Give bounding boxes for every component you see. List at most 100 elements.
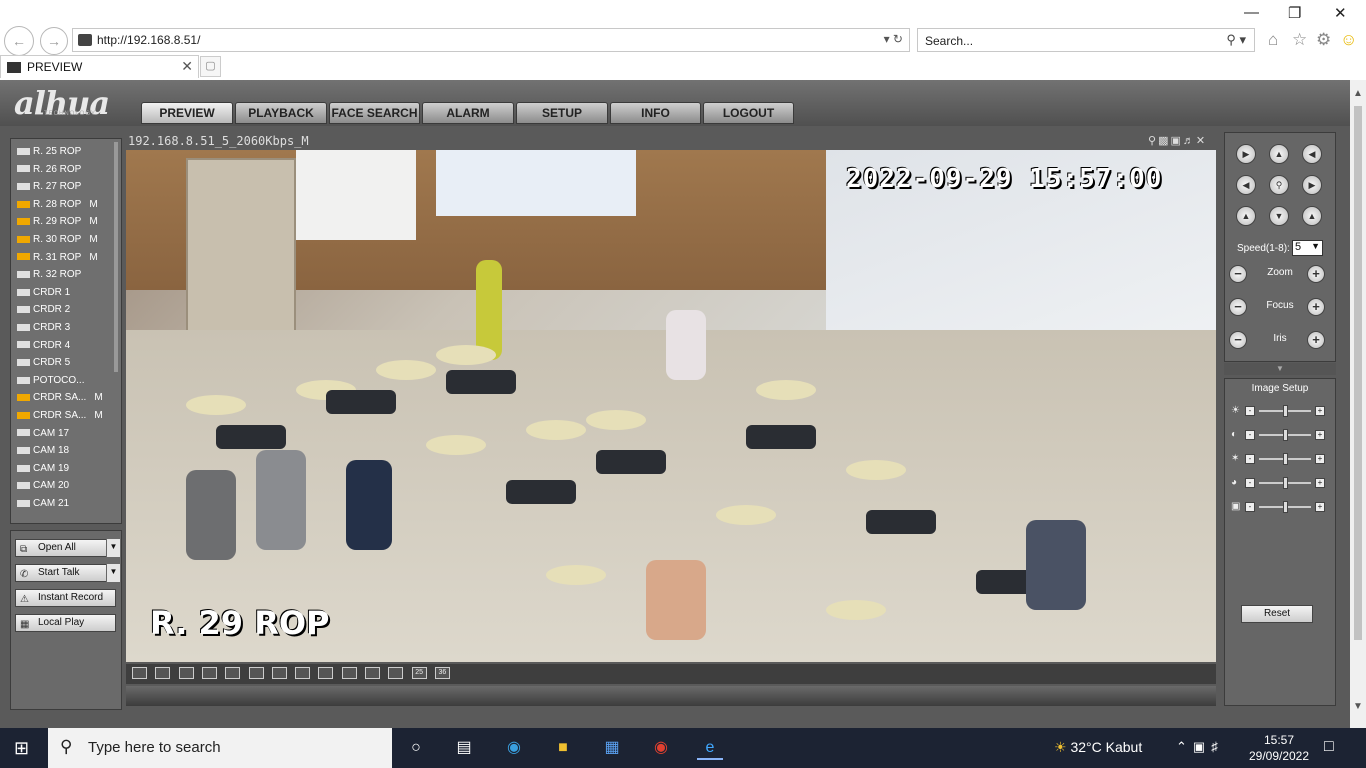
task-view-icon[interactable]: ▤: [451, 736, 477, 760]
slider-plus-button[interactable]: +: [1315, 406, 1325, 416]
internet-explorer-icon[interactable]: e: [697, 736, 723, 760]
start-talk-button[interactable]: ✆ Start Talk ▼: [15, 564, 120, 582]
page-scrollbar-thumb[interactable]: [1354, 106, 1362, 640]
channel-item[interactable]: CRDR 3: [17, 322, 70, 333]
image-slider[interactable]: ◐ - +: [1231, 429, 1331, 441]
slider-minus-button[interactable]: -: [1245, 502, 1255, 512]
local-play-button[interactable]: ▦ Local Play: [15, 614, 116, 632]
camera-icon[interactable]: ▣: [1170, 135, 1182, 147]
tab-alarm[interactable]: ALARM: [422, 102, 514, 124]
slider-plus-button[interactable]: +: [1315, 478, 1325, 488]
scroll-down-icon[interactable]: ▼: [1353, 701, 1363, 712]
address-bar[interactable]: http://192.168.8.51/ ▾ ↻: [72, 28, 910, 52]
scroll-up-icon[interactable]: ▲: [1353, 88, 1363, 99]
layout-button[interactable]: 25: [411, 667, 427, 679]
snapshot-icon[interactable]: ▩: [1158, 135, 1170, 147]
layout-button[interactable]: [318, 667, 334, 679]
windows-start-icon[interactable]: ⊞: [14, 738, 29, 759]
zoom-plus-button[interactable]: +: [1307, 265, 1325, 283]
channel-item[interactable]: CAM 21: [17, 498, 69, 509]
close-window-icon[interactable]: ✕: [1334, 4, 1347, 22]
chevron-up-icon[interactable]: ⌃: [1176, 739, 1193, 754]
tab-preview[interactable]: PREVIEW: [141, 102, 233, 124]
channel-item[interactable]: CAM 20: [17, 480, 69, 491]
slider-minus-button[interactable]: -: [1245, 478, 1255, 488]
ptz-up-button[interactable]: ▲: [1269, 144, 1289, 164]
channel-item[interactable]: CAM 17: [17, 428, 69, 439]
slider-minus-button[interactable]: -: [1245, 406, 1255, 416]
tab-logout[interactable]: LOGOUT: [703, 102, 794, 124]
layout-button[interactable]: 36: [434, 667, 450, 679]
ptz-up-right-button[interactable]: ◀: [1302, 144, 1322, 164]
ptz-collapse-icon[interactable]: ▼: [1224, 363, 1336, 375]
ptz-left-button[interactable]: ◀: [1236, 175, 1256, 195]
channel-item[interactable]: POTOCO...: [17, 375, 85, 386]
layout-button[interactable]: [225, 667, 241, 679]
smiley-feedback-icon[interactable]: ☺: [1340, 30, 1357, 50]
slider-thumb[interactable]: [1283, 453, 1288, 465]
refresh-icon[interactable]: ▾ ↻: [884, 32, 903, 46]
taskbar-clock[interactable]: 15:57 29/09/2022: [1246, 732, 1312, 764]
microsoft-store-icon[interactable]: ▦: [599, 736, 625, 760]
channel-item[interactable]: CRDR 4: [17, 340, 70, 351]
taskbar-search-input[interactable]: ⚲ Type here to search: [48, 728, 392, 768]
layout-button[interactable]: [155, 667, 171, 679]
slider-thumb[interactable]: [1283, 405, 1288, 417]
slider-thumb[interactable]: [1283, 501, 1288, 513]
channel-item[interactable]: CRDR SA... M: [17, 392, 103, 403]
channel-item[interactable]: CAM 18: [17, 445, 69, 456]
settings-gear-icon[interactable]: ⚙: [1316, 30, 1331, 50]
channel-list-scrollbar[interactable]: [114, 142, 118, 372]
reset-button[interactable]: Reset: [1241, 605, 1313, 623]
channel-item[interactable]: R. 25 ROP: [17, 146, 81, 157]
channel-item[interactable]: CAM 19: [17, 463, 69, 474]
channel-item[interactable]: R. 27 ROP: [17, 181, 81, 192]
image-slider[interactable]: ☀ - +: [1231, 405, 1331, 417]
forward-arrow-icon[interactable]: →: [40, 27, 68, 55]
edge-browser-icon[interactable]: ◉: [501, 736, 527, 760]
image-slider[interactable]: ✶ - +: [1231, 453, 1331, 465]
channel-item[interactable]: R. 26 ROP: [17, 164, 81, 175]
ptz-up-left-button[interactable]: ▶: [1236, 144, 1256, 164]
slider-plus-button[interactable]: +: [1315, 454, 1325, 464]
channel-item[interactable]: R. 30 ROP M: [17, 234, 98, 245]
channel-item[interactable]: R. 29 ROP M: [17, 216, 98, 227]
layout-button[interactable]: [388, 667, 404, 679]
tab-close-icon[interactable]: ✕: [181, 58, 193, 75]
channel-item[interactable]: CRDR SA... M: [17, 410, 103, 421]
layout-button[interactable]: [365, 667, 380, 679]
slider-plus-button[interactable]: +: [1315, 502, 1325, 512]
chrome-browser-icon[interactable]: ◉: [648, 736, 674, 760]
tab-playback[interactable]: PLAYBACK: [235, 102, 327, 124]
focus-plus-button[interactable]: +: [1307, 298, 1325, 316]
volume-muted-icon[interactable]: ♯: [1211, 739, 1224, 754]
tab-face-search[interactable]: FACE SEARCH: [329, 102, 420, 124]
open-all-button[interactable]: ⧉ Open All ▼: [15, 539, 120, 557]
close-video-icon[interactable]: ✕: [1196, 135, 1207, 147]
video-feed[interactable]: 2022-09-29 15:57:00 R. 29 ROP: [126, 150, 1216, 662]
layout-button[interactable]: [295, 667, 311, 679]
ptz-down-button[interactable]: ▼: [1269, 206, 1289, 226]
minimize-icon[interactable]: —: [1244, 4, 1259, 21]
tab-info[interactable]: INFO: [610, 102, 701, 124]
channel-item[interactable]: CRDR 1: [17, 287, 70, 298]
layout-button[interactable]: [248, 667, 264, 679]
channel-item[interactable]: CRDR 2: [17, 304, 70, 315]
layout-button[interactable]: [341, 667, 357, 679]
back-arrow-icon[interactable]: ←: [4, 26, 34, 56]
page-scrollbar[interactable]: ▲ ▼: [1350, 80, 1366, 728]
layout-button[interactable]: [132, 667, 147, 679]
notification-icon[interactable]: □: [1324, 738, 1334, 756]
zoom-icon[interactable]: ⚲: [1148, 135, 1158, 147]
channel-item[interactable]: CRDR 5: [17, 357, 70, 368]
slider-thumb[interactable]: [1283, 429, 1288, 441]
browser-search-input[interactable]: Search... ⚲ ▾: [917, 28, 1255, 52]
layout-button[interactable]: [178, 667, 194, 679]
tab-setup[interactable]: SETUP: [516, 102, 608, 124]
iris-plus-button[interactable]: +: [1307, 331, 1325, 349]
restore-icon[interactable]: ❐: [1288, 4, 1301, 22]
open-all-dropdown-icon[interactable]: ▼: [106, 539, 120, 557]
layout-button[interactable]: [201, 667, 217, 679]
file-explorer-icon[interactable]: ■: [550, 736, 576, 760]
new-tab-icon[interactable]: ▢: [200, 56, 221, 77]
